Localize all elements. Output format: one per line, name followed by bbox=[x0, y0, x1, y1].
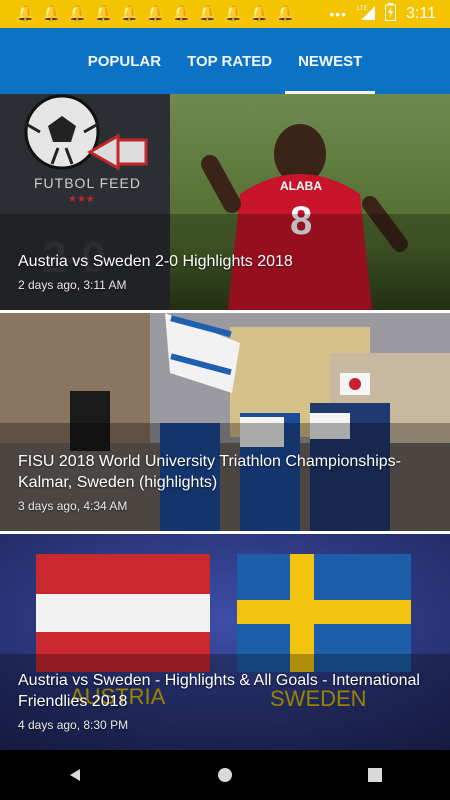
navigation-bar bbox=[0, 750, 450, 800]
bell-icon: 🔔 bbox=[42, 5, 61, 22]
bell-icon: 🔔 bbox=[172, 5, 191, 22]
more-notifications-icon: ••• bbox=[329, 6, 348, 22]
card-title: Austria vs Sweden - Highlights & All Goa… bbox=[18, 672, 420, 710]
notification-icons: 🔔 🔔 🔔 🔔 🔔 🔔 🔔 🔔 🔔 🔔 🔔 bbox=[16, 5, 295, 22]
home-button[interactable] bbox=[205, 755, 245, 795]
card-subtitle: 2 days ago, 3:11 AM bbox=[18, 278, 127, 292]
bell-icon: 🔔 bbox=[146, 5, 165, 22]
bell-icon: 🔔 bbox=[276, 5, 295, 22]
tab-bar: POPULAR TOP RATED NEWEST bbox=[0, 28, 450, 94]
card-title: Austria vs Sweden 2-0 Highlights 2018 bbox=[18, 253, 293, 270]
video-card[interactable]: AUSTRIA SWEDEN Austria vs Sweden - Highl… bbox=[0, 534, 450, 750]
card-meta: FISU 2018 World University Triathlon Cha… bbox=[18, 451, 432, 513]
card-subtitle: 4 days ago, 8:30 PM bbox=[18, 718, 129, 732]
jersey-name: ALABA bbox=[280, 179, 322, 193]
clock: 3:11 bbox=[406, 5, 436, 22]
card-subtitle: 3 days ago, 4:34 AM bbox=[18, 499, 128, 513]
video-card[interactable]: FUTBOL FEED ★★★ 2-0 ALABA 8 Austria vs S… bbox=[0, 94, 450, 310]
bell-icon: 🔔 bbox=[16, 5, 35, 22]
bell-icon: 🔔 bbox=[120, 5, 139, 22]
battery-icon bbox=[385, 2, 397, 26]
back-icon bbox=[70, 769, 80, 781]
card-meta: Austria vs Sweden - Highlights & All Goa… bbox=[18, 670, 432, 732]
video-card[interactable]: FISU 2018 World University Triathlon Cha… bbox=[0, 313, 450, 531]
card-title: FISU 2018 World University Triathlon Cha… bbox=[18, 453, 401, 491]
svg-text:★★★: ★★★ bbox=[68, 194, 95, 205]
recents-button[interactable] bbox=[355, 755, 395, 795]
bell-icon: 🔔 bbox=[68, 5, 87, 22]
recents-icon bbox=[368, 768, 382, 782]
home-icon bbox=[218, 768, 232, 782]
tab-popular[interactable]: POPULAR bbox=[75, 28, 174, 94]
logo-text: FUTBOL FEED bbox=[34, 175, 141, 191]
tab-newest[interactable]: NEWEST bbox=[285, 28, 376, 94]
signal-icon: LTE bbox=[357, 4, 376, 25]
back-button[interactable] bbox=[55, 755, 95, 795]
app-bar: POPULAR TOP RATED NEWEST bbox=[0, 28, 450, 94]
bell-icon: 🔔 bbox=[224, 5, 243, 22]
svg-text:LTE: LTE bbox=[357, 6, 368, 12]
card-meta: Austria vs Sweden 2-0 Highlights 2018 2 … bbox=[18, 251, 432, 292]
tab-top-rated[interactable]: TOP RATED bbox=[174, 28, 285, 94]
bell-icon: 🔔 bbox=[250, 5, 269, 22]
status-bar: 🔔 🔔 🔔 🔔 🔔 🔔 🔔 🔔 🔔 🔔 🔔 ••• LTE 3:11 bbox=[0, 0, 450, 28]
bell-icon: 🔔 bbox=[94, 5, 113, 22]
bell-icon: 🔔 bbox=[198, 5, 217, 22]
